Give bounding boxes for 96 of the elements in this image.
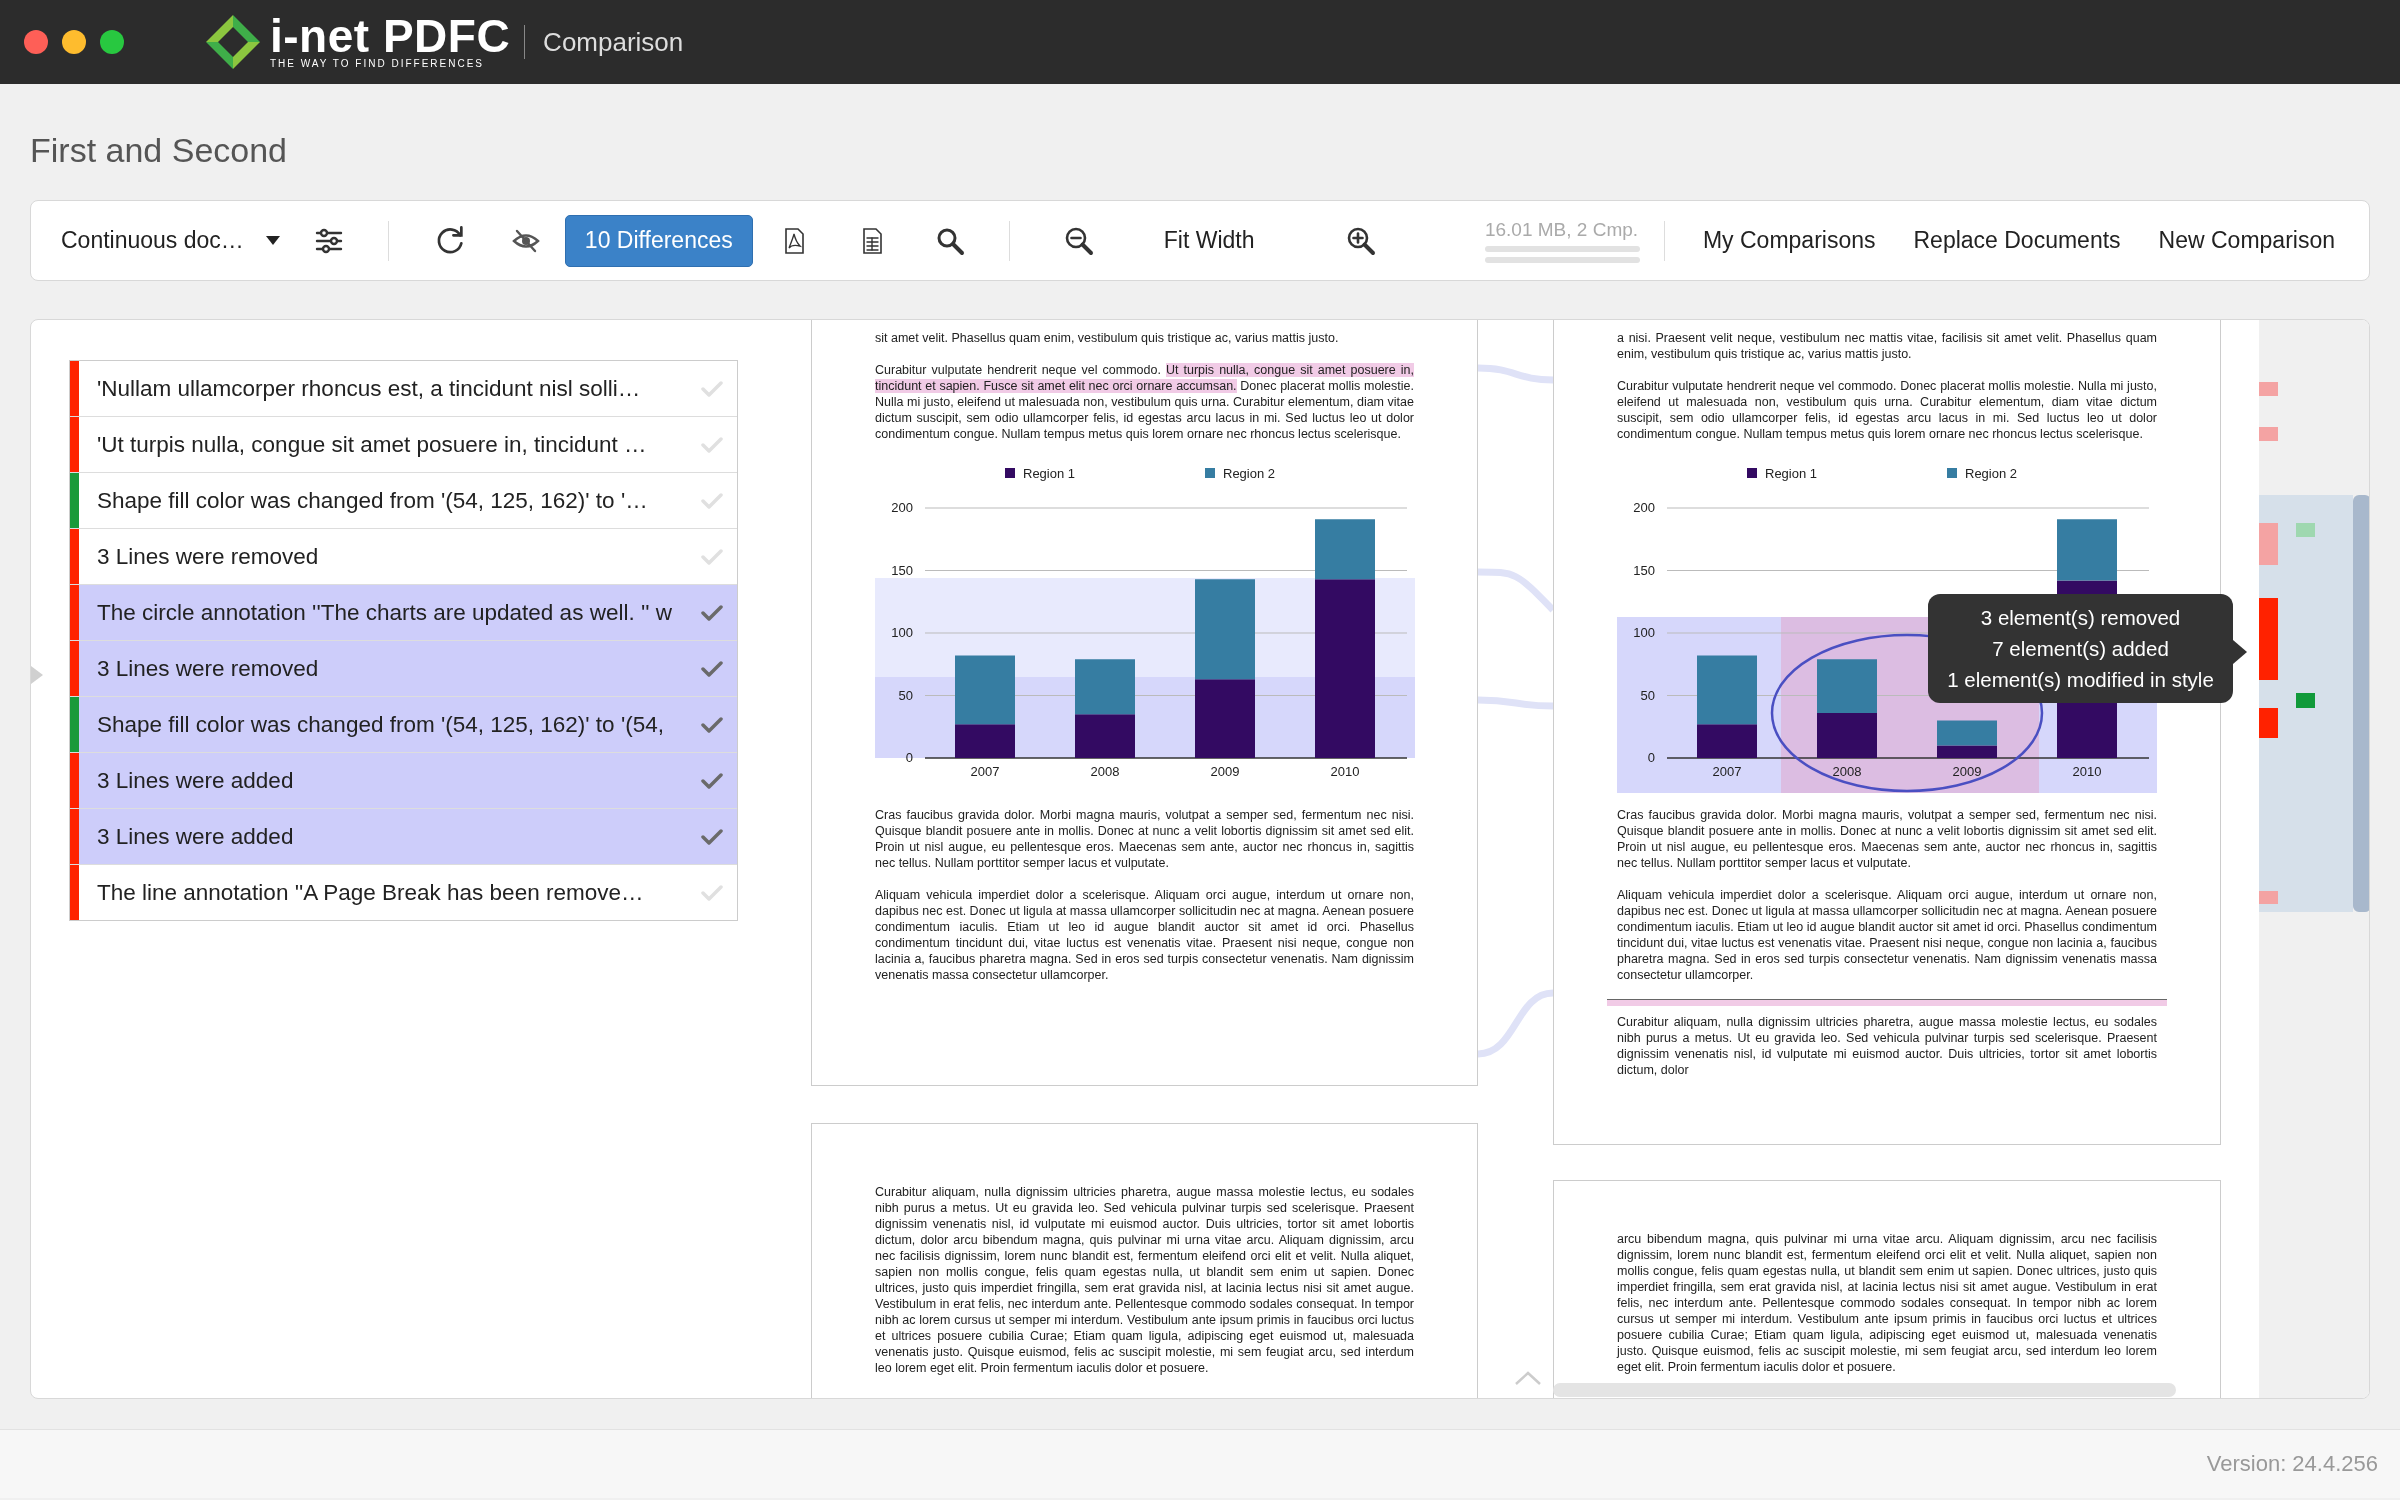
difference-marker[interactable] [2259, 523, 2278, 565]
difference-item[interactable]: 'Nullam ullamcorper rhoncus est, a tincidunt nisl solli… [70, 361, 737, 417]
toolbar-link[interactable]: New Comparison [2144, 221, 2349, 260]
difference-marker[interactable] [2259, 382, 2278, 396]
caret-icon[interactable] [31, 666, 43, 684]
axis-label: 100 [891, 625, 913, 640]
axis-label: 0 [1647, 750, 1655, 765]
difference-marker[interactable] [2259, 598, 2278, 680]
difference-text: 3 Lines were added [96, 767, 295, 794]
legend-label: Region 2 [1223, 466, 1276, 481]
paragraph: sit amet velit. Phasellus quam enim, vestibulum quis tristique ac, varius mattis justo. [875, 330, 1340, 346]
paragraph: Aliquam vehicula imperdiet dolor a scelerisque. Aliquam orci augue, interdum ut ornare non, dapibus nec est. Donec ut ligula at massa ullamcorper sollicitudin nec at magna. Aenean posuere condimentum iaculis. Etiam ut leo id augue blandit auctor sit amet id orci. Phasellus condimentum tincidunt dui, vitae luctus est venenatis vitae. Praesent nisi neque, congue non lacinia a, faucibus pharetra magna. Sed in eros sed turpis consectetur venenatis. Nam dignissim venenatis massa consectetur ullamcorper. [1617, 887, 2157, 983]
paragraph: Aliquam vehicula imperdiet dolor a scelerisque. Aliquam orci augue, interdum ut ornare non, dapibus nec est. Donec ut ligula at massa ullamcorper sollicitudin nec at magna. Aenean posuere condimentum iaculis. Etiam ut leo id augue blandit auctor sit amet id orci. Phasellus condimentum tincidunt dui, vitae luctus est venenatis vitae. Praesent nisi neque, congue non lacinia a, faucibus pharetra magna. Sed in eros sed turpis consectetur venenatis. Nam dignissim venenatis massa consectetur ullamcorper. [875, 887, 1414, 983]
paragraph: Curabitur vulputate hendrerit neque vel commodo. Donec placerat mollis molestie. Nulla mi justo, eleifend ut malesuada non, vestibulum quis urna. Curabitur elementum, diam vitae dictum suscipit, sem odio ullamcorper felis, id egestas arcu lacus in mi. Sed luctus leo ut dolor condimentum congue. Nullam tempus metus quis lorem ornare nec rhoncus lectus scelerisque. [1617, 378, 2157, 442]
toolbar-link[interactable]: My Comparisons [1688, 221, 1890, 260]
tooltip-line: 7 element(s) added [1991, 636, 2170, 662]
axis-label: 200 [1633, 500, 1655, 515]
difference-marker[interactable] [2296, 693, 2315, 708]
axis-label: 150 [891, 562, 913, 578]
differences-button[interactable]: 10 Differences [564, 214, 753, 267]
view-mode-dropdown[interactable]: Continuous doc… [61, 221, 280, 260]
legend-label: Region 1 [1023, 466, 1076, 481]
legend-label: Region 2 [1965, 466, 2018, 481]
scrollbar[interactable] [1553, 1383, 2176, 1397]
difference-marker[interactable] [2296, 523, 2315, 537]
axis-label: 2008 [1832, 764, 1862, 779]
difference-marker[interactable] [2259, 427, 2278, 441]
axis-label: 2008 [1090, 764, 1120, 779]
axis-label: 2009 [1210, 764, 1240, 779]
paragraph: Cras faucibus gravida dolor. Morbi magna mauris, volutpat a semper sed, fermentum nec nisi. Quisque blandit posuere ante in mollis. Donec at nunc a velit lobortis dignissim sit amet sed elit. Proin ut nisl augue, eu pellentesque eros. Maecenas sem ante, auctor nec rhoncus in, sagittis nec tellus. Nullam porttitor semper lacus et vulputate. [875, 807, 1414, 871]
chart-bar [1817, 713, 1877, 758]
legend-label: Region 1 [1765, 466, 1818, 481]
checkmark-icon[interactable] [701, 827, 723, 846]
difference-text: The line annotation ''A Page Break has been remove… [96, 879, 645, 906]
axis-label: 200 [891, 500, 913, 515]
axis-label: 2010 [2072, 764, 2102, 779]
axis-label: 2007 [970, 764, 1000, 779]
difference-text: 'Nullam ullamcorper rhoncus est, a tincidunt nisl solli… [96, 375, 642, 402]
difference-text: 3 Lines were removed [96, 655, 320, 682]
memory-usage: 16.01 MB, 2 Cmp. [1484, 218, 1640, 241]
difference-text: The circle annotation ''The charts are updated as well. '' w [96, 599, 673, 626]
logo-icon [204, 13, 262, 71]
checkmark-icon[interactable] [701, 603, 723, 622]
chart-bar [1075, 714, 1135, 758]
version-label: Version: 24.4.256 [2206, 1451, 2378, 1477]
difference-item[interactable]: Shape fill color was changed from '(54, 125, 162)' to '… [70, 473, 737, 529]
zoom-button[interactable] [100, 30, 124, 54]
paragraph: arcu bibendum magna, quis pulvinar mi urna vitae arcu. Aliquam dignissim, arcu nec facilisis dignissim, lorem nunc blandit est, fermentum eleifend orci elit et velit. Nulla aliquet, sapien non mollis congue, felis quam egestas nulla, ut blandit sem enim ut sapien. Donec ultrices, justo quis imperdiet fringilla, sem erat gravida nisl, at lacinia lectus nisi sit amet augue. Vestibulum in erat felis, nec interdum ante. Pellentesque commodo sodales consequat. In tempor nibh ac lorem cursus ut semper mi interdum. Vestibulum ante ipsum primis in faucibus orci luctus et ultrices posuere cubilia Curae; Etiam quam ligula, adipiscing eget euismod ut, malesuada venenatis justo. Quisque euismod, felis ac suscipit molestie, mi sem feugiat arcu, sed interdum leo lorem eget elit. Proin fermentum iaculis dolor et posuere. [1617, 1231, 2157, 1375]
tooltip-line: 1 element(s) modified in style [1946, 667, 2215, 693]
axis-label: 50 [1640, 687, 1655, 703]
scroll-thumb[interactable] [2353, 495, 2369, 912]
difference-item[interactable]: 3 Lines were added [70, 753, 737, 809]
axis-label: 2010 [1330, 764, 1360, 779]
zoom-in-icon [1346, 225, 1377, 256]
chart-bar [1817, 659, 1877, 713]
fit-width-button[interactable]: Fit Width [1155, 221, 1263, 260]
minimize-button[interactable] [62, 30, 86, 54]
paragraph: Cras faucibus gravida dolor. Morbi magna mauris, volutpat a semper sed, fermentum nec nisi. Quisque blandit posuere ante in mollis. Donec at nunc a velit lobortis dignissim sit amet sed elit. Proin ut nisl augue, eu pellentesque eros. Maecenas sem ante, auctor nec rhoncus in, sagittis nec tellus. Nullam porttitor semper lacus et vulputate. [1617, 807, 2157, 871]
viewport-indicator[interactable] [2259, 495, 2353, 912]
axis-label: 100 [1633, 625, 1655, 640]
axis-label: 2007 [1712, 764, 1742, 779]
difference-text: 'Ut turpis nulla, congue sit amet posuere in, tincidunt … [96, 431, 648, 458]
tooltip-line: 3 element(s) removed [1979, 605, 2182, 631]
logo-text: i-net PDFC [270, 14, 511, 58]
caret-icon [265, 236, 280, 245]
difference-text: Shape fill color was changed from '(54, 125, 162)' to '… [96, 487, 649, 514]
zoom-out-icon [1063, 225, 1094, 256]
checkmark-icon[interactable] [701, 771, 723, 790]
axis-label: 0 [905, 750, 913, 765]
close-button[interactable] [24, 30, 48, 54]
page-heading: First and Second [30, 130, 289, 170]
difference-item[interactable]: Shape fill color was changed from '(54, 125, 162)' to '(54, [70, 697, 737, 753]
difference-item[interactable]: 3 Lines were added [70, 809, 737, 865]
checkmark-icon[interactable] [701, 715, 723, 734]
logo-tagline: THE WAY TO FIND DIFFERENCES [270, 58, 485, 70]
paragraph: Curabitur vulputate hendrerit neque vel commodo. Ut turpis nulla, congue sit amet posuere in, tincidunt et sapien. Fusce sit amet elit nec orci ornare accumsan. Donec placerat mollis molestie. Nulla mi justo, eleifend ut malesuada non, vestibulum quis urna. Curabitur elementum, diam vitae dictum suscipit, sem odio ullamcorper felis, id egestas arcu lacus in mi. Sed luctus leo ut dolor condimentum congue. Nullam tempus metus quis lorem ornare nec rhoncus lectus scelerisque. [875, 362, 1414, 442]
paragraph: Curabitur aliquam, nulla dignissim ultricies pharetra, augue massa molestie lectus, eu sodales nibh purus a metus. Ut eu gravida leo. Sed vehicula pulvinar turpis sed scelerisque. Praesent dignissim venenatis nisl, id vulputate mi euismod auctor. Duis ultricies, tortor sit amet lobortis dictum, dolor [1617, 1014, 2157, 1078]
difference-item[interactable]: 'Ut turpis nulla, congue sit amet posuere in, tincidunt … [70, 417, 737, 473]
difference-item[interactable]: The circle annotation ''The charts are updated as well. '' w [70, 585, 737, 641]
axis-label: 2009 [1952, 764, 1982, 779]
paragraph: a nisi. Praesent velit neque, vestibulum nec mattis vitae, facilisis sit amet velit. Phasellus quam enim, vestibulum quis tristique ac, varius mattis justo. [1617, 330, 2157, 362]
axis-label: 50 [898, 687, 913, 703]
toolbar-link[interactable]: Replace Documents [1899, 221, 2135, 260]
difference-item[interactable]: 3 Lines were removed [70, 529, 737, 585]
paragraph: Curabitur aliquam, nulla dignissim ultricies pharetra, augue massa molestie lectus, eu sodales nibh purus a metus. Ut eu gravida leo. Sed vehicula pulvinar turpis sed scelerisque. Praesent dignissim venenatis nisl, id vulputate mi euismod auctor. Duis ultricies, tortor sit amet lobortis dictum, dolor arcu bibendum magna, quis pulvinar mi urna vitae arcu. Aliquam dignissim, arcu nec facilisis dignissim, lorem nunc blandit est, fermentum eleifend orci elit et velit. Nulla aliquet, sapien non mollis congue, felis quam egestas nulla, ut blandit sem enim ut sapien. Donec ultrices, justo quis imperdiet fringilla, sem erat gravida nisl, at lacinia lectus nisi sit amet augue. Vestibulum in erat felis, nec interdum ante. Pellentesque commodo sodales consequat. In tempor nibh ac lorem cursus ut semper mi interdum. Vestibulum ante ipsum primis in faucibus orci luctus et ultrices posuere cubilia Curae; Etiam quam ligula, adipiscing eget euismod ut, malesuada venenatis justo. Quisque euismod, felis ac suscipit molestie, mi sem feugiat arcu, sed interdum leo lorem eget elit. Proin fermentum iaculis dolor et posuere. [875, 1184, 1414, 1376]
difference-marker[interactable] [2259, 708, 2278, 738]
chevron-up-icon[interactable] [1514, 1370, 1542, 1386]
checkmark-icon[interactable] [701, 659, 723, 678]
chart-bar [1075, 659, 1135, 715]
difference-marker[interactable] [2259, 891, 2278, 904]
difference-text: 3 Lines were removed [96, 543, 320, 570]
difference-text: 3 Lines were added [96, 823, 295, 850]
difference-text: Shape fill color was changed from '(54, 125, 162)' to '(54, [96, 711, 665, 738]
difference-item[interactable]: 3 Lines were removed [70, 641, 737, 697]
window-title: Comparison [543, 26, 684, 58]
axis-label: 150 [1633, 562, 1655, 578]
